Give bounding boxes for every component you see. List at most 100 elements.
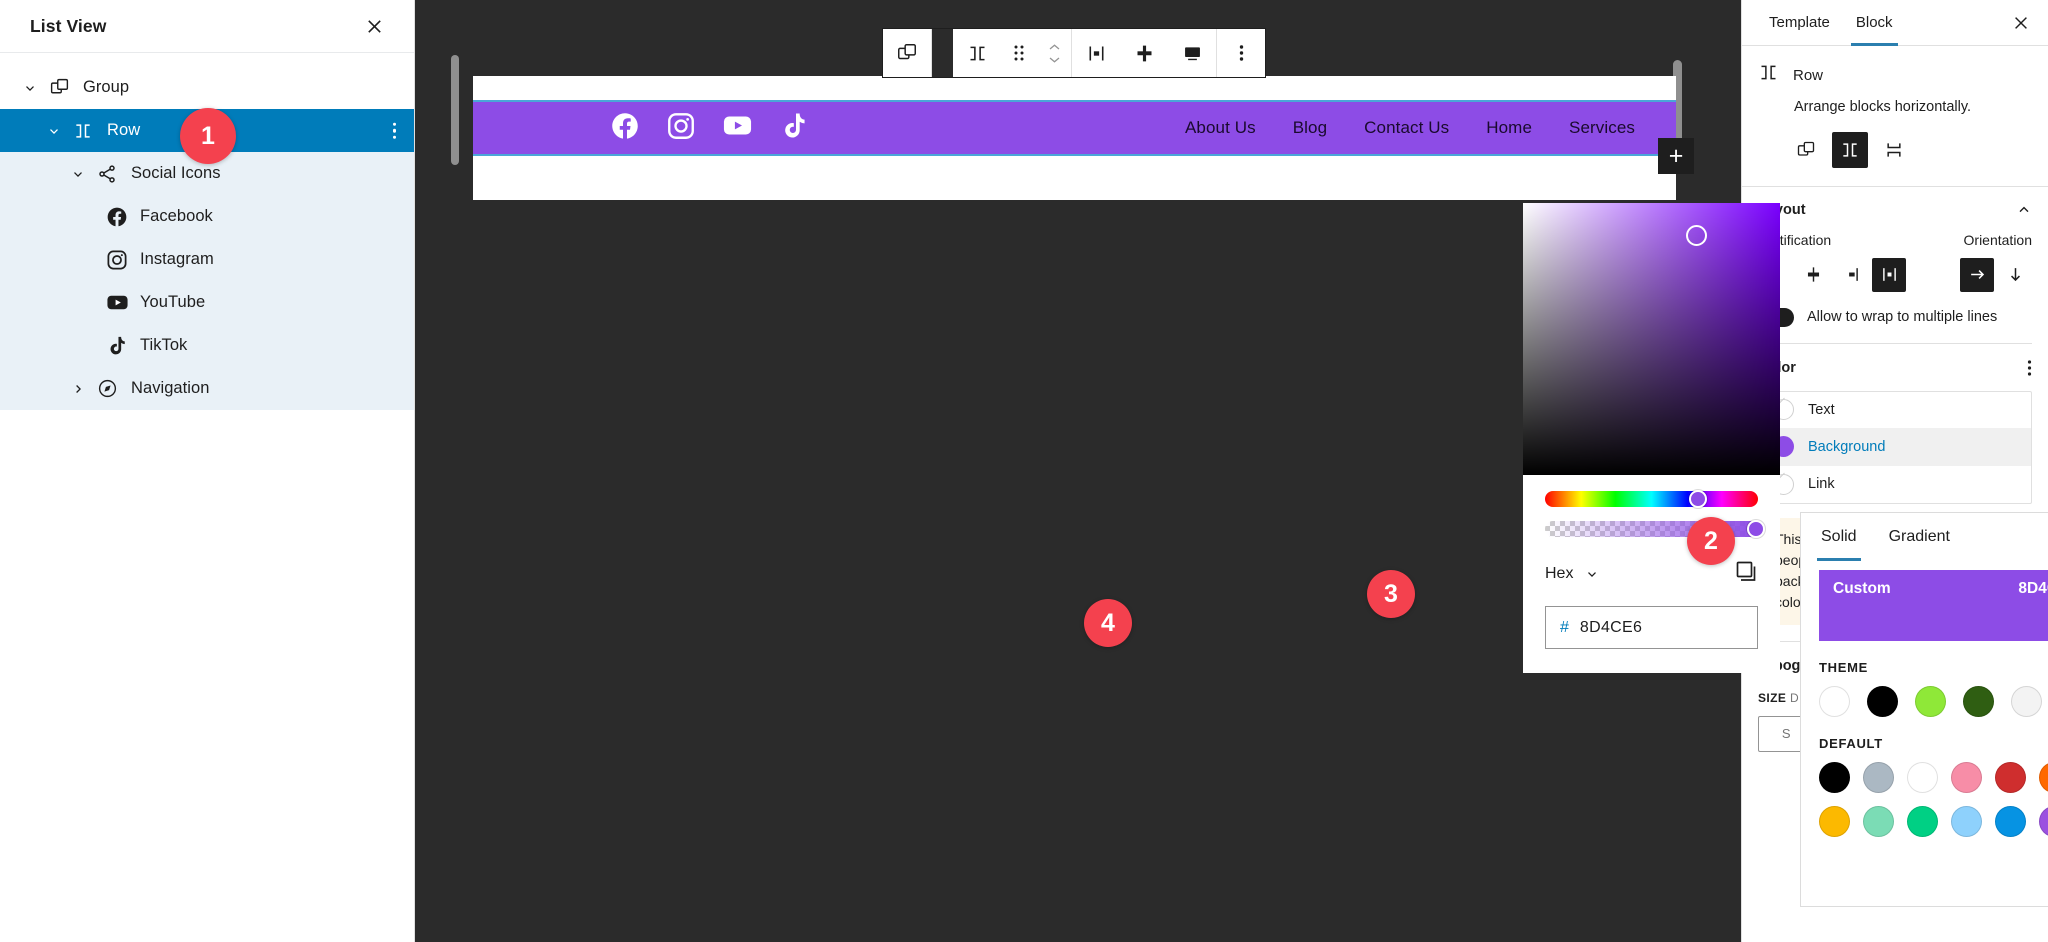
tab-solid[interactable]: Solid bbox=[1805, 513, 1873, 561]
drag-dots-icon[interactable] bbox=[1001, 29, 1037, 77]
copy-icon[interactable] bbox=[1734, 559, 1758, 588]
list-item-label: Group bbox=[83, 78, 130, 96]
color-format-select[interactable]: Hex bbox=[1545, 565, 1599, 583]
swatch-default-vivid-cyan-blue[interactable] bbox=[1995, 806, 2026, 837]
list-item-group[interactable]: Group bbox=[0, 66, 414, 109]
stack-variation-button[interactable] bbox=[1876, 132, 1912, 168]
default-swatches bbox=[1819, 762, 2048, 837]
list-item-tiktok[interactable]: TikTok bbox=[0, 324, 414, 367]
kebab-icon[interactable] bbox=[392, 122, 396, 139]
instagram-icon[interactable] bbox=[666, 111, 696, 146]
swatch-theme-black[interactable] bbox=[1867, 686, 1898, 717]
wrap-toggle-label: Allow to wrap to multiple lines bbox=[1807, 309, 1998, 326]
list-item-navigation[interactable]: Navigation bbox=[0, 367, 414, 410]
justify-right-button[interactable] bbox=[1834, 258, 1868, 292]
swatch-theme-white[interactable] bbox=[1819, 686, 1850, 717]
navbar-social-icons bbox=[610, 110, 809, 146]
color-panel: Color Text Background Link bbox=[1742, 344, 2048, 504]
row-variation-button[interactable] bbox=[1832, 131, 1868, 168]
toolbar-group-block bbox=[953, 29, 1072, 77]
nav-link-services[interactable]: Services bbox=[1569, 118, 1635, 138]
block-info-head: Row bbox=[1758, 62, 2032, 88]
swatch-default-cyan-bluish-gray[interactable] bbox=[1863, 762, 1894, 793]
hue-slider[interactable] bbox=[1545, 490, 1758, 508]
block-name: Row bbox=[1793, 66, 1824, 84]
list-item-youtube[interactable]: YouTube bbox=[0, 281, 414, 324]
row-icon bbox=[1758, 62, 1779, 88]
hue-slider-handle[interactable] bbox=[1689, 490, 1708, 508]
swatch-theme-lime[interactable] bbox=[1915, 686, 1946, 717]
facebook-icon[interactable] bbox=[610, 111, 640, 146]
orientation-vertical-button[interactable] bbox=[1998, 258, 2032, 292]
swatch-theme-dark-green[interactable] bbox=[1963, 686, 1994, 717]
kebab-icon[interactable] bbox=[2027, 359, 2032, 377]
swatch-default-yellow[interactable] bbox=[1819, 806, 1850, 837]
color-option-link[interactable]: Link bbox=[1759, 466, 2031, 503]
chevron-down-icon[interactable] bbox=[64, 160, 92, 188]
orientation-horizontal-button[interactable] bbox=[1960, 257, 1994, 292]
monitor-icon[interactable] bbox=[1168, 29, 1216, 77]
chevron-right-icon[interactable] bbox=[64, 375, 92, 403]
tiktok-icon[interactable] bbox=[779, 111, 809, 146]
list-item-label: Navigation bbox=[131, 379, 210, 397]
justify-center-button[interactable] bbox=[1796, 258, 1830, 292]
nav-link-about-us[interactable]: About Us bbox=[1185, 118, 1256, 138]
step-badge-4: 4 bbox=[1084, 599, 1132, 647]
row-block-button[interactable] bbox=[953, 29, 1001, 77]
hex-input[interactable]: # 8D4CE6 bbox=[1545, 606, 1758, 649]
justify-space-between-icon[interactable] bbox=[1072, 29, 1120, 77]
list-item-label: Facebook bbox=[140, 207, 213, 225]
color-picker-popover: Hex # 8D4CE6 bbox=[1523, 203, 1780, 673]
tab-gradient[interactable]: Gradient bbox=[1873, 513, 1966, 561]
step-badge-2: 2 bbox=[1687, 517, 1735, 565]
add-block-button[interactable]: + bbox=[1658, 138, 1694, 174]
color-option-background[interactable]: Background bbox=[1759, 428, 2031, 466]
color-option-text[interactable]: Text bbox=[1759, 392, 2031, 429]
swatch-default-pale-cyan-blue[interactable] bbox=[1951, 806, 1982, 837]
swatch-default-white[interactable] bbox=[1907, 762, 1938, 793]
saturation-value-area[interactable] bbox=[1523, 203, 1780, 475]
chevron-down-icon bbox=[1588, 571, 1597, 577]
swatch-default-vivid-green-cyan[interactable] bbox=[1907, 806, 1938, 837]
list-item-facebook[interactable]: Facebook bbox=[0, 195, 414, 238]
list-view-header: List View bbox=[0, 0, 414, 53]
close-icon[interactable] bbox=[2004, 6, 2038, 40]
kebab-icon[interactable] bbox=[1217, 29, 1265, 77]
swatch-default-vivid-purple[interactable] bbox=[2039, 806, 2048, 837]
canvas-scrollbar-left[interactable] bbox=[451, 55, 459, 165]
nav-link-home[interactable]: Home bbox=[1486, 118, 1532, 138]
size-label: SIZE bbox=[1758, 690, 1787, 705]
sv-handle[interactable] bbox=[1686, 225, 1707, 246]
palette-tabs: Solid Gradient bbox=[1801, 513, 2048, 561]
group-variation-button[interactable] bbox=[1788, 132, 1824, 168]
tab-template[interactable]: Template bbox=[1756, 0, 1843, 46]
group-block-button[interactable] bbox=[883, 29, 931, 77]
list-item-label: YouTube bbox=[140, 293, 206, 311]
share-icon bbox=[92, 161, 122, 187]
custom-color-swatch[interactable]: Custom 8D4CE6 bbox=[1819, 570, 2048, 641]
tab-block[interactable]: Block bbox=[1843, 0, 1906, 46]
move-updown-button[interactable] bbox=[1037, 42, 1071, 65]
chevron-up-icon[interactable] bbox=[2016, 202, 2032, 218]
chevron-down-icon[interactable] bbox=[16, 74, 44, 102]
swatch-default-light-green-cyan[interactable] bbox=[1863, 806, 1894, 837]
chevron-down-icon[interactable] bbox=[40, 117, 68, 145]
swatch-default-red[interactable] bbox=[1995, 762, 2026, 793]
swatch-default-black[interactable] bbox=[1819, 762, 1850, 793]
alpha-slider-handle[interactable] bbox=[1746, 520, 1765, 538]
template-preview-frame: About Us Blog Contact Us Home Services + bbox=[473, 76, 1694, 200]
wrap-toggle-row[interactable]: Allow to wrap to multiple lines bbox=[1758, 307, 2032, 327]
close-icon[interactable] bbox=[356, 8, 392, 44]
justify-space-between-button[interactable] bbox=[1872, 257, 1906, 292]
list-item-instagram[interactable]: Instagram bbox=[0, 238, 414, 281]
align-icon[interactable] bbox=[1120, 29, 1168, 77]
orientation-label: Orientation bbox=[1963, 231, 2032, 248]
nav-link-contact-us[interactable]: Contact Us bbox=[1364, 118, 1449, 138]
youtube-icon[interactable] bbox=[722, 110, 753, 146]
swatch-default-pink[interactable] bbox=[1951, 762, 1982, 793]
layout-controls bbox=[1758, 257, 2032, 292]
swatch-theme-light-gray[interactable] bbox=[2011, 686, 2042, 717]
justification-options bbox=[1758, 257, 1906, 292]
nav-link-blog[interactable]: Blog bbox=[1293, 118, 1327, 138]
swatch-default-orange[interactable] bbox=[2039, 762, 2048, 793]
